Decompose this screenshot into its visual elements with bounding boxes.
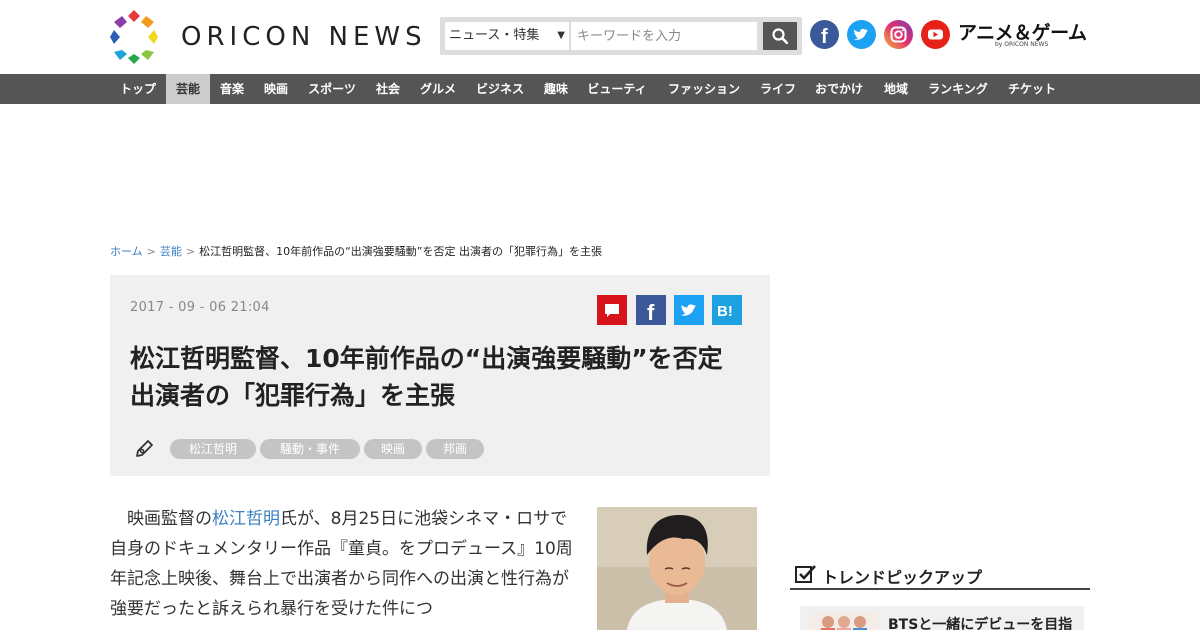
- youtube-icon: [921, 20, 950, 49]
- category-nav: トップ 芸能 音楽 映画 スポーツ 社会 グルメ ビジネス 趣味 ビューティ フ…: [0, 74, 1200, 104]
- nav-item-top[interactable]: トップ: [110, 74, 166, 104]
- chevron-down-icon: ▼: [557, 30, 565, 41]
- hatena-label: B!: [717, 303, 733, 320]
- site-header: ORICON NEWS ニュース・特集 ▼ f: [0, 0, 1200, 74]
- nav-item-sports[interactable]: スポーツ: [298, 74, 366, 104]
- twitter-link[interactable]: [847, 20, 876, 49]
- twitter-icon: [674, 295, 704, 325]
- tag-japanese-movie[interactable]: 邦画: [426, 439, 484, 459]
- article-title: 松江哲明監督、10年前作品の“出演強要騒動”を否定 出演者の「犯罪行為」を主張: [130, 344, 723, 410]
- logo-text[interactable]: ORICON NEWS: [181, 22, 427, 52]
- nav-item-fashion[interactable]: ファッション: [656, 74, 752, 104]
- breadcrumb-home[interactable]: ホーム: [110, 245, 143, 258]
- facebook-icon: f: [810, 20, 839, 49]
- nav-item-life[interactable]: ライフ: [752, 74, 804, 104]
- nav-item-society[interactable]: 社会: [366, 74, 410, 104]
- facebook-share-button[interactable]: f: [636, 295, 666, 325]
- instagram-link[interactable]: [884, 20, 913, 49]
- search-category-value: ニュース・特集: [449, 28, 540, 43]
- nav-item-ticket[interactable]: チケット: [998, 74, 1066, 104]
- hatena-bookmark-icon: B!: [712, 295, 742, 325]
- comment-icon: [597, 295, 627, 325]
- hatena-bookmark-button[interactable]: B!: [712, 295, 742, 325]
- tag-scandal[interactable]: 騒動・事件: [260, 439, 360, 459]
- nav-item-gourmet[interactable]: グルメ: [410, 74, 466, 104]
- tag-matsue[interactable]: 松江哲明: [170, 439, 256, 459]
- anime-game-sublabel: by ORICON NEWS: [995, 41, 1049, 48]
- comment-share-button[interactable]: [597, 295, 627, 325]
- nav-item-hobby[interactable]: 趣味: [534, 74, 578, 104]
- breadcrumb-category[interactable]: 芸能: [160, 245, 182, 258]
- article-body: 映画監督の松江哲明氏が、8月25日に池袋シネマ・ロサで自身のドキュメンタリー作品…: [110, 504, 580, 624]
- twitter-icon: [847, 20, 876, 49]
- search-button[interactable]: [763, 22, 797, 50]
- nav-item-entertainment[interactable]: 芸能: [166, 74, 210, 104]
- svg-text:f: f: [647, 300, 655, 325]
- article-date: 2017 - 09 - 06 21:04: [130, 300, 270, 315]
- oricon-logo-icon[interactable]: [110, 10, 158, 64]
- portrait-image: [597, 507, 757, 630]
- search-input[interactable]: [571, 22, 757, 50]
- trend-pickup-header: トレンドピックアップ: [790, 562, 1090, 590]
- article-photo[interactable]: [597, 507, 757, 630]
- trend-item-title: BTSと一緒にデビューを目指: [888, 617, 1073, 630]
- chevron-right-icon: >: [185, 245, 196, 258]
- nav-item-ranking[interactable]: ランキング: [918, 74, 998, 104]
- body-text-lead: 映画監督の: [127, 509, 212, 529]
- breadcrumb-current: 松江哲明監督、10年前作品の“出演強要騒動”を否定 出演者の「犯罪行為」を主張: [199, 245, 602, 258]
- tag-movie[interactable]: 映画: [364, 439, 422, 459]
- search-icon: [772, 28, 788, 44]
- nav-item-outing[interactable]: おでかけ: [804, 74, 874, 104]
- checkbox-icon: [795, 565, 816, 583]
- youtube-link[interactable]: [921, 20, 950, 49]
- breadcrumb: ホーム > 芸能 > 松江哲明監督、10年前作品の“出演強要騒動”を否定 出演者の「犯罪…: [110, 243, 602, 259]
- nav-item-music[interactable]: 音楽: [210, 74, 254, 104]
- facebook-link[interactable]: f: [810, 20, 839, 49]
- pen-tag-icon: [136, 440, 153, 457]
- twitter-share-button[interactable]: [674, 295, 704, 325]
- trend-thumbnail: [810, 612, 878, 630]
- chevron-right-icon: >: [146, 245, 156, 258]
- facebook-icon: f: [636, 295, 666, 325]
- trend-item[interactable]: BTSと一緒にデビューを目指: [800, 606, 1084, 630]
- nav-item-movie[interactable]: 映画: [254, 74, 298, 104]
- person-link[interactable]: 松江哲明: [212, 509, 280, 529]
- instagram-icon: [884, 20, 913, 49]
- nav-item-beauty[interactable]: ビューティ: [578, 74, 656, 104]
- nav-item-business[interactable]: ビジネス: [466, 74, 534, 104]
- svg-text:f: f: [821, 26, 828, 48]
- nav-item-region[interactable]: 地域: [874, 74, 918, 104]
- trend-pickup-title: トレンドピックアップ: [822, 568, 983, 587]
- search-category-select[interactable]: ニュース・特集 ▼: [445, 22, 569, 50]
